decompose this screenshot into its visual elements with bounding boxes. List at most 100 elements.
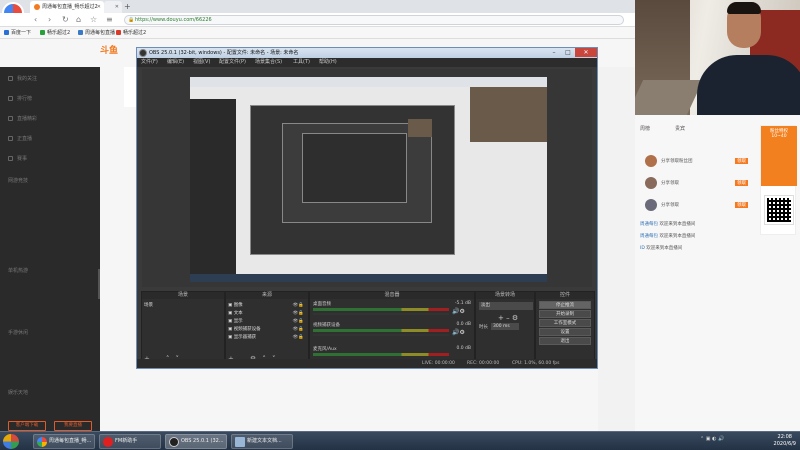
tab-blank[interactable]: ✕ [104,1,122,13]
forward-icon[interactable]: › [48,14,51,26]
studio-mode-button[interactable]: 工作室模式 [539,319,591,327]
transition-add-remove[interactable]: + – ⚙ [498,314,518,322]
sidebar-section-mobile[interactable]: 手游休闲 [8,329,28,336]
bookmarks-bar: 百度一下 畅乐超过2 周通每包直播 畅乐超过2 [0,27,635,39]
go-live-button[interactable]: 我要直播 [54,421,92,431]
rank-icon [8,96,13,101]
douyu-logo[interactable]: 斗鱼 [100,43,118,56]
source-item[interactable]: ▣ 文本 [228,310,243,316]
volume-slider[interactable] [313,334,449,336]
sidebar-section-entertain[interactable]: 娱乐天地 [8,389,28,396]
menu-file[interactable]: 文件(F) [141,58,158,67]
transition-select[interactable]: 淡出 [479,302,533,310]
audio-meter [313,308,449,311]
system-clock[interactable]: 22:08 2020/6/9 [774,434,796,448]
tab-weekly-rank[interactable]: 周榜 [640,125,650,132]
tray-icons[interactable]: ⌃ ▣ ◐ 🔊 [700,436,724,442]
taskbar-fm-helper[interactable]: FM新助手 [99,434,161,449]
transitions-dock: 场景转场 淡出 + – ⚙ 时长 300 ms [475,291,535,366]
source-item[interactable]: ▣ 显示器捕获 [228,334,256,340]
duration-label: 时长 [479,325,488,330]
obs-titlebar[interactable]: OBS 25.0.1 (32-bit, windows) - 配置文件: 未命名… [137,48,597,58]
menu-tools[interactable]: 工具(T) [293,58,310,67]
obs-preview-canvas[interactable] [142,69,592,287]
webcam-desk [635,80,704,115]
menu-profile[interactable]: 配置文件(P) [219,58,246,67]
notepad-icon [235,437,245,447]
claim-badge[interactable]: 领取 [735,202,748,208]
mixer-channel-label: 桌面音频 [313,302,331,307]
sidebar-section-single[interactable]: 单机热游 [8,267,28,274]
taskbar-browser[interactable]: 周通每包直播_畅... [33,434,95,449]
douyu-favicon-icon [34,3,40,10]
tab-close-icon[interactable]: ✕ [115,1,119,13]
source-item[interactable]: ▣ 图像 [228,302,243,308]
fan-row[interactable]: 分享领取粉丝团 领取 [645,155,755,168]
close-icon[interactable]: ✕ [575,48,597,57]
volume-slider[interactable] [313,313,449,315]
download-client-button[interactable]: 客户端下载 [8,421,46,431]
obs-status-bar: LIVE: 00:00:00 REC: 00:00:00 CPU: 1.0%, … [137,359,597,368]
fan-row[interactable]: 分享领取 领取 [645,199,755,212]
obs-window: OBS 25.0.1 (32-bit, windows) - 配置文件: 未命名… [136,47,598,369]
new-tab-button[interactable]: + [124,0,131,13]
claim-badge[interactable]: 领取 [735,180,748,186]
tab-douyu-stream[interactable]: 周通每包直播_畅乐超过2 ✕ [30,1,104,13]
speaker-icon[interactable]: 🔊⚙ [452,329,465,336]
nested-taskbar [190,274,547,282]
menu-scene-collection[interactable]: 场景集合(S) [255,58,282,67]
obs-icon [169,437,179,447]
home-icon[interactable]: ⌂ [76,14,81,26]
chat-panel: 周榜 贵宾 分享领取粉丝团 领取 分享领取 领取 分享领取 领取 周通每包 欢迎… [635,115,800,431]
scene-item[interactable]: 场景 [144,302,153,308]
scenes-dock-title: 场景 [142,292,224,299]
bookmark-baidu[interactable]: 百度一下 [4,27,31,39]
fan-row[interactable]: 分享领取 领取 [645,177,755,190]
reload-icon[interactable]: ↻ [62,14,69,26]
promo-card[interactable]: 粉丝特权 10~40 [760,125,797,235]
address-bar: ‹ › ↻ ⌂ ☆ ≡ 🔒 https://www.douyu.com/6622… [0,13,635,27]
obs-title: OBS 25.0.1 (32-bit, windows) - 配置文件: 未命名… [149,50,299,56]
sidebar-item-rank[interactable]: 排行榜 [8,95,32,102]
back-icon[interactable]: ‹ [34,14,37,26]
sidebar-section-games[interactable]: 网游竞技 [8,177,28,184]
nested-webcam [470,87,547,142]
scenes-dock: 场景 场景 + – ˄ ˅ [141,291,225,366]
taskbar-notepad[interactable]: 新建文本文档... [231,434,293,449]
menu-icon[interactable]: ≡ [106,14,113,26]
url-input[interactable]: 🔒 https://www.douyu.com/66226 [124,15,624,25]
sidebar-item-highlights[interactable]: 直播精彩 [8,115,37,122]
source-item[interactable]: ▣ 显示 [228,318,243,324]
minimize-icon[interactable]: – [547,48,561,57]
duration-input[interactable]: 300 ms [491,323,519,330]
bookmark-zhoutong[interactable]: 周通每包直播 [78,27,115,39]
nested-obs-3 [302,133,407,203]
bookmark-star-icon[interactable]: ☆ [90,14,97,26]
sidebar-item-live[interactable]: 正直播 [8,135,32,142]
bookmark-icon [78,30,83,35]
tab-vip[interactable]: 贵宾 [675,125,685,132]
menu-help[interactable]: 帮助(H) [319,58,337,67]
bookmark-changle-2[interactable]: 畅乐超过2 [116,27,146,39]
chat-message: ID 欢迎来到本直播间 [640,246,683,251]
menu-edit[interactable]: 编辑(E) [167,58,184,67]
chat-tabs: 周榜 贵宾 [635,125,755,135]
start-button-icon[interactable] [3,434,19,449]
bookmark-changle[interactable]: 畅乐超过2 [40,27,70,39]
speaker-icon[interactable]: 🔊⚙ [452,308,465,315]
source-visibility-icons[interactable]: 👁🔒 👁🔒 👁🔒 👁🔒 👁🔒 [293,302,304,342]
sidebar-item-follow[interactable]: 我的关注 [8,75,37,82]
claim-badge[interactable]: 领取 [735,158,748,164]
sidebar-item-events[interactable]: 赛事 [8,155,27,162]
tab-close-icon[interactable]: ✕ [97,1,101,13]
stop-streaming-button[interactable]: 停止推流 [539,301,591,309]
maximize-icon[interactable]: □ [561,48,575,57]
settings-button[interactable]: 设置 [539,328,591,336]
menu-view[interactable]: 视图(V) [193,58,210,67]
exit-button[interactable]: 退出 [539,337,591,345]
start-recording-button[interactable]: 开始录制 [539,310,591,318]
mixer-channel-label: 视频捕获设备 [313,323,340,328]
source-item[interactable]: ▣ 视频捕获设备 [228,326,261,332]
obs-logo-icon [139,49,147,57]
taskbar-obs[interactable]: OBS 25.0.1 (32... [165,434,227,449]
